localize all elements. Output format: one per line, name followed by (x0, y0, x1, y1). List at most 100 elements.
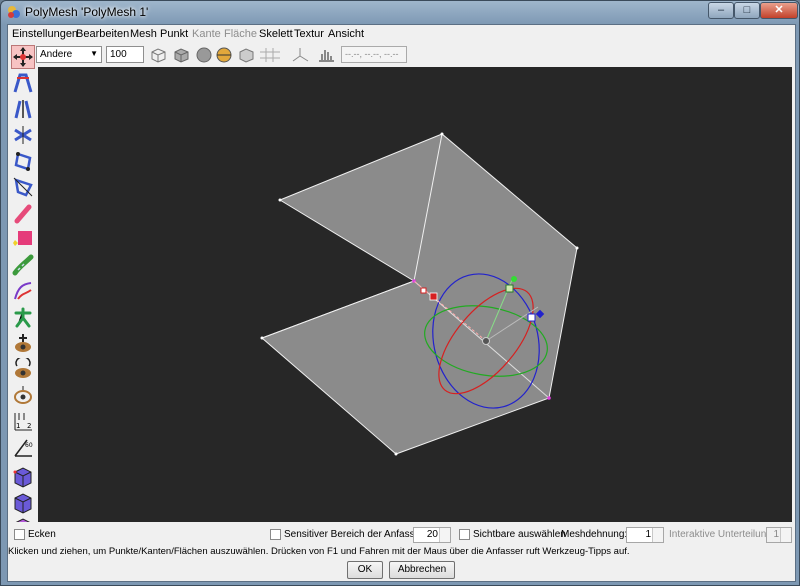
extrude-icon (13, 231, 32, 246)
svg-text:1: 1 (16, 422, 20, 430)
mesh-tension-value: 1 (645, 529, 651, 540)
minimize-button[interactable]: – (708, 2, 734, 19)
transparent-view-icon[interactable] (239, 48, 254, 63)
bevel-icon (14, 282, 32, 300)
scale-vertical-tool[interactable] (11, 97, 35, 121)
move-viewpoint-icon (15, 334, 31, 352)
taper-tool[interactable] (11, 175, 35, 199)
scale-icon (13, 73, 33, 93)
move-points-tool[interactable] (11, 45, 35, 69)
interactive-subdivision-value: 1 (773, 529, 779, 540)
angle-icon: 60 (14, 439, 33, 457)
interactive-subdivision-label: Interaktive Unterteilung (669, 529, 772, 540)
view-mode-buttons (151, 47, 334, 63)
thicken-icon (12, 254, 34, 276)
rotate-tool[interactable] (11, 123, 35, 147)
sensitive-area-label: Sensitiver Bereich der Anfasser (284, 529, 424, 540)
rotate-view-icon (15, 356, 31, 378)
ecken-label: Ecken (28, 529, 56, 540)
zoom-input[interactable]: 100 (106, 46, 144, 63)
y-axis-handle[interactable] (505, 284, 514, 293)
move-view-tool[interactable] (11, 383, 35, 407)
mesh-canvas (260, 132, 579, 456)
menu-mesh[interactable]: Mesh (130, 28, 157, 40)
extrude-tool[interactable] (11, 227, 35, 251)
mesh-tension-label: Meshdehnung: (561, 529, 628, 540)
brush-icon (14, 204, 32, 224)
z-axis-handle[interactable] (429, 292, 438, 301)
svg-text:2: 2 (27, 422, 31, 430)
menu-bearbeiten[interactable]: Bearbeiten (76, 28, 129, 40)
skew-icon (14, 152, 32, 171)
cube-view-1-icon (13, 467, 32, 488)
angle-tool[interactable]: 60 (11, 435, 35, 459)
scale-vertical-icon (14, 100, 32, 119)
help-text: Klicken und ziehen, um Punkte/Kanten/Flä… (8, 546, 630, 557)
histogram-icon[interactable] (319, 50, 334, 62)
scale-tool[interactable] (11, 71, 35, 95)
move-view-icon (14, 386, 32, 404)
coordinate-field[interactable]: --.--, --.--, --.-- (341, 46, 407, 63)
menu-textur[interactable]: Textur (294, 28, 324, 40)
cube-mesh[interactable] (260, 132, 579, 456)
move-viewpoint-tool[interactable] (11, 331, 35, 355)
menu-punkt[interactable]: Punkt (160, 28, 188, 40)
skew-tool[interactable] (11, 149, 35, 173)
window-title: PolyMesh 'PolyMesh 1' (25, 5, 149, 19)
svg-text:60: 60 (25, 442, 33, 449)
menu-kante[interactable]: Kante (192, 28, 221, 40)
maximize-button[interactable]: □ (734, 2, 760, 19)
cube-view-1-tool[interactable] (11, 465, 35, 489)
sensitive-area-spinner[interactable]: 20 (413, 527, 451, 543)
visible-select-label: Sichtbare auswählen (473, 529, 566, 540)
menu-ansicht[interactable]: Ansicht (328, 28, 364, 40)
3d-viewport[interactable] (38, 67, 792, 522)
polymesh-window: PolyMesh 'PolyMesh 1' – □ ✕ Einstellunge… (0, 0, 800, 586)
visible-select-checkbox[interactable] (459, 529, 470, 540)
cancel-button[interactable]: Abbrechen (389, 561, 455, 579)
axes-icon[interactable] (292, 48, 309, 62)
mesh-tension-spinner[interactable]: 1 (626, 527, 664, 543)
interactive-subdivision-spinner[interactable]: 1 (766, 527, 792, 543)
move-points-icon (13, 47, 33, 67)
bevel-tool[interactable] (11, 279, 35, 303)
menu-flaeche[interactable]: Fläche (224, 28, 257, 40)
grid-icon[interactable] (260, 48, 280, 62)
zoom-value: 100 (110, 49, 127, 60)
close-button[interactable]: ✕ (760, 2, 798, 19)
cube-view-2-tool[interactable] (11, 491, 35, 515)
menu-skelett[interactable]: Skelett (259, 28, 293, 40)
measure-icon: 12 (14, 413, 32, 431)
sensitive-area-checkbox[interactable] (270, 529, 281, 540)
view-select-value: Andere (40, 49, 73, 60)
solid-view-icon[interactable] (174, 48, 189, 63)
menu-einstellungen[interactable]: Einstellungen (12, 28, 78, 40)
taper-icon (13, 177, 33, 197)
skeleton-tool[interactable] (11, 305, 35, 329)
skeleton-icon (14, 307, 32, 328)
wireframe-view-icon[interactable] (151, 48, 166, 63)
tool-palette: 12 60 (8, 43, 37, 538)
smooth-view-icon[interactable] (196, 47, 212, 63)
options-panel: Ecken Sensitiver Bereich der Anfasser 20… (8, 522, 795, 581)
x-axis-handle[interactable] (527, 313, 536, 322)
view-toolbar: Andere ▼ 100 --.--, --.--, --.-- (8, 43, 795, 67)
measure-tool[interactable]: 12 (11, 409, 35, 433)
rotate-view-tool[interactable] (11, 356, 35, 381)
view-select[interactable]: Andere ▼ (36, 46, 102, 63)
sensitive-area-value: 20 (426, 529, 438, 540)
spinner-arrows-icon[interactable] (780, 528, 791, 542)
ecken-checkbox[interactable] (14, 529, 25, 540)
chevron-down-icon: ▼ (90, 49, 98, 58)
app-icon (8, 6, 20, 18)
spinner-arrows-icon[interactable] (652, 528, 663, 542)
title-bar[interactable]: PolyMesh 'PolyMesh 1' – □ ✕ (1, 1, 799, 23)
brush-tool[interactable] (11, 201, 35, 225)
coordinate-value: --.--, --.--, --.-- (345, 49, 399, 59)
spinner-arrows-icon[interactable] (439, 528, 450, 542)
client-area: Einstellungen Bearbeiten Mesh Punkt Kant… (7, 24, 796, 582)
thicken-tool[interactable] (11, 253, 35, 277)
cube-view-2-icon (14, 493, 32, 514)
ok-button[interactable]: OK (347, 561, 383, 579)
textured-view-icon[interactable] (216, 47, 232, 63)
